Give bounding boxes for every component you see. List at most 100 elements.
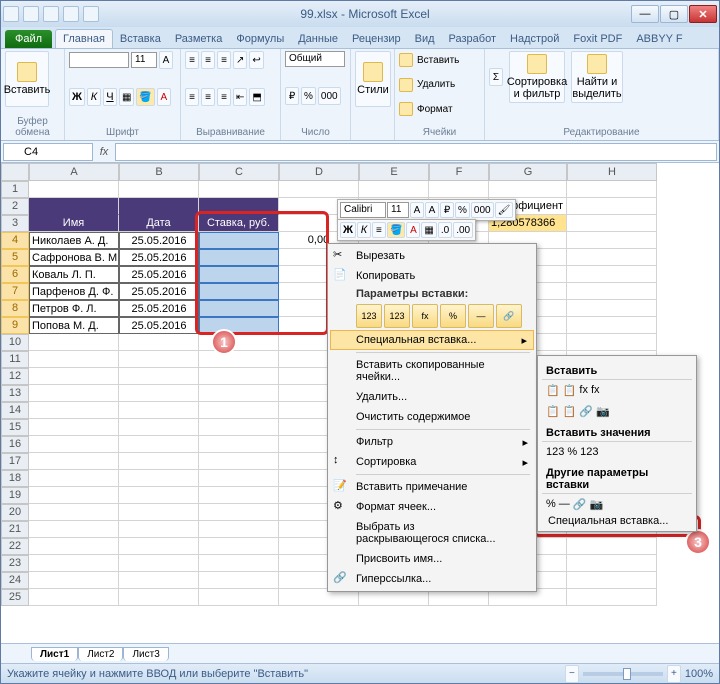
cell[interactable]	[29, 572, 119, 589]
tab-layout[interactable]: Разметка	[168, 30, 230, 48]
cell[interactable]	[199, 300, 279, 317]
tab-abbyy[interactable]: ABBYY F	[629, 30, 689, 48]
formula-input[interactable]	[115, 143, 717, 161]
cell[interactable]	[199, 572, 279, 589]
paste-button[interactable]: Вставить	[5, 51, 49, 107]
cell[interactable]	[119, 181, 199, 198]
qat-more-icon[interactable]	[83, 6, 99, 22]
sub-other-3[interactable]: 📷	[589, 498, 603, 511]
tab-home[interactable]: Главная	[55, 29, 113, 48]
comma-icon[interactable]: 000	[318, 87, 341, 105]
cell[interactable]	[199, 589, 279, 606]
mini-currency-icon[interactable]: ₽	[440, 202, 454, 218]
sub-val-2[interactable]: 123	[580, 446, 598, 458]
bold-button[interactable]: Ж	[69, 88, 85, 106]
col-header[interactable]: C	[199, 163, 279, 181]
row-header[interactable]: 8	[1, 300, 29, 317]
cell[interactable]	[119, 487, 199, 504]
cell[interactable]: Дата	[119, 215, 199, 232]
cell[interactable]: 25.05.2016	[119, 266, 199, 283]
align-center-icon[interactable]: ≡	[201, 88, 215, 106]
sub-paste-0[interactable]: 📋	[546, 384, 560, 397]
row-header[interactable]: 6	[1, 266, 29, 283]
row-header[interactable]: 21	[1, 521, 29, 538]
col-header[interactable]: B	[119, 163, 199, 181]
cell[interactable]	[199, 402, 279, 419]
cell[interactable]	[567, 589, 657, 606]
cell[interactable]	[119, 385, 199, 402]
ctx-pick-list[interactable]: Выбрать из раскрывающегося списка...	[330, 517, 534, 549]
mini-font-color-icon[interactable]: A	[406, 222, 420, 238]
row-header[interactable]: 4	[1, 232, 29, 249]
cell[interactable]	[29, 385, 119, 402]
col-header[interactable]: G	[489, 163, 567, 181]
grow-font-icon[interactable]: A	[159, 51, 173, 69]
percent-icon[interactable]: %	[301, 87, 316, 105]
sub-paste-7[interactable]: 📷	[596, 405, 610, 418]
row-header[interactable]: 22	[1, 538, 29, 555]
row-header[interactable]: 9	[1, 317, 29, 334]
mini-percent-icon[interactable]: %	[455, 202, 470, 218]
ctx-filter[interactable]: Фильтр▸	[330, 432, 534, 452]
maximize-button[interactable]: ▢	[660, 5, 688, 23]
mini-align-icon[interactable]: ≡	[372, 222, 386, 238]
mini-fill-icon[interactable]: 🪣	[387, 222, 405, 238]
cell[interactable]	[119, 572, 199, 589]
tab-developer[interactable]: Разработ	[442, 30, 503, 48]
cell[interactable]	[119, 470, 199, 487]
cell[interactable]	[119, 368, 199, 385]
cell[interactable]: Коваль Л. П.	[29, 266, 119, 283]
file-tab[interactable]: Файл	[5, 30, 52, 48]
cell[interactable]	[29, 589, 119, 606]
cell[interactable]	[429, 181, 489, 198]
cell[interactable]	[29, 538, 119, 555]
underline-button[interactable]: Ч	[103, 88, 117, 106]
cell[interactable]	[567, 555, 657, 572]
cell[interactable]	[29, 334, 119, 351]
cell[interactable]	[199, 521, 279, 538]
cell[interactable]	[29, 470, 119, 487]
col-header[interactable]: E	[359, 163, 429, 181]
close-button[interactable]: ✕	[689, 5, 717, 23]
cell[interactable]	[119, 402, 199, 419]
ctx-insert-comment[interactable]: 📝Вставить примечание	[330, 477, 534, 497]
cell[interactable]: 25.05.2016	[119, 232, 199, 249]
col-header[interactable]: A	[29, 163, 119, 181]
row-header[interactable]: 15	[1, 419, 29, 436]
ctx-format-cells[interactable]: ⚙Формат ячеек...	[330, 497, 534, 517]
cell[interactable]	[199, 317, 279, 334]
cell[interactable]: Попова М. Д.	[29, 317, 119, 334]
currency-icon[interactable]: ₽	[285, 87, 299, 105]
sub-paste-6[interactable]: 🔗	[579, 405, 593, 418]
mini-bold-button[interactable]: Ж	[340, 222, 356, 238]
cell[interactable]	[29, 368, 119, 385]
wrap-text-icon[interactable]: ↩	[249, 51, 263, 69]
col-header[interactable]: D	[279, 163, 359, 181]
subpanel-special[interactable]: Специальная вставка...	[542, 515, 692, 527]
cell[interactable]: 25.05.2016	[119, 249, 199, 266]
tab-formulas[interactable]: Формулы	[229, 30, 291, 48]
ctx-clear[interactable]: Очистить содержимое	[330, 407, 534, 427]
cell[interactable]	[119, 555, 199, 572]
cell[interactable]	[567, 538, 657, 555]
cell[interactable]	[29, 402, 119, 419]
indent-dec-icon[interactable]: ⇤	[233, 88, 247, 106]
cell[interactable]	[199, 436, 279, 453]
sheet-tab[interactable]: Лист2	[78, 647, 123, 661]
align-mid-icon[interactable]: ≡	[201, 51, 215, 69]
qat-save-icon[interactable]	[23, 6, 39, 22]
name-box[interactable]: C4	[3, 143, 93, 161]
cells-insert-button[interactable]: Вставить	[415, 51, 461, 69]
row-header[interactable]: 25	[1, 589, 29, 606]
tab-view[interactable]: Вид	[408, 30, 442, 48]
mini-dec-dec-icon[interactable]: .00	[453, 222, 473, 238]
mini-comma-icon[interactable]: 000	[471, 202, 494, 218]
cell[interactable]	[199, 504, 279, 521]
row-header[interactable]: 20	[1, 504, 29, 521]
cell[interactable]	[29, 453, 119, 470]
fill-color-button[interactable]: 🪣	[136, 88, 154, 106]
ctx-copy[interactable]: 📄Копировать	[330, 266, 534, 286]
tab-review[interactable]: Рецензир	[345, 30, 408, 48]
align-top-icon[interactable]: ≡	[185, 51, 199, 69]
cell[interactable]	[199, 453, 279, 470]
